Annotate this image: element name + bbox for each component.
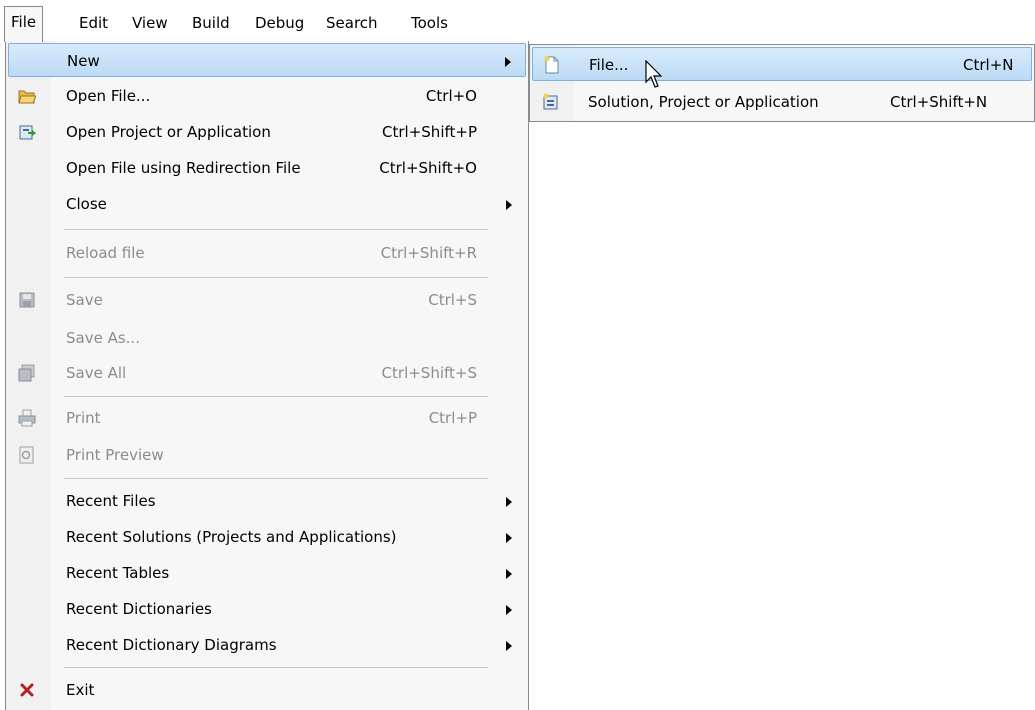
menu-item-label: Recent Files — [66, 492, 156, 510]
menu-item-save: Save Ctrl+S — [8, 283, 526, 317]
menu-item-recent-dictionaries[interactable]: Recent Dictionaries — [8, 592, 526, 626]
menu-item-open-redirection[interactable]: Open File using Redirection File Ctrl+Sh… — [8, 151, 526, 185]
menu-item-close[interactable]: Close — [8, 187, 526, 221]
menu-separator — [64, 667, 488, 668]
menu-item-label: Recent Solutions (Projects and Applicati… — [66, 528, 397, 546]
menu-item-save-all: Save All Ctrl+Shift+S — [8, 356, 526, 390]
menu-item-recent-dictionary-diagrams[interactable]: Recent Dictionary Diagrams — [8, 628, 526, 662]
menu-separator — [64, 229, 488, 230]
menu-tools-label: Tools — [411, 14, 448, 32]
submenu-item-shortcut: Ctrl+N — [963, 56, 1014, 74]
menu-item-label: Exit — [66, 681, 95, 699]
menu-item-label: Open File using Redirection File — [66, 159, 301, 177]
menu-item-label: Print — [66, 409, 101, 427]
open-project-icon — [18, 123, 37, 141]
menu-build[interactable]: Build — [186, 9, 236, 37]
submenu-arrow-icon — [506, 497, 512, 507]
menu-bar: File Edit View Build Debug Search Tools — [0, 0, 530, 42]
menu-item-shortcut: Ctrl+Shift+S — [381, 364, 477, 382]
menu-view-label: View — [132, 14, 168, 32]
menu-debug-label: Debug — [255, 14, 305, 32]
menu-item-recent-files[interactable]: Recent Files — [8, 484, 526, 518]
menu-item-label: Print Preview — [66, 446, 164, 464]
menu-item-shortcut: Ctrl+Shift+P — [382, 123, 477, 141]
open-folder-icon — [18, 87, 37, 105]
print-preview-icon — [18, 446, 36, 464]
menu-item-print: Print Ctrl+P — [8, 401, 526, 435]
file-menu-dropdown: New Open File... Ctrl+O Open Project or … — [5, 41, 529, 710]
new-submenu: File... Ctrl+N Solution, Project or Appl… — [529, 44, 1035, 122]
menu-item-label: Open File... — [66, 87, 151, 105]
menu-item-shortcut: Ctrl+Shift+O — [379, 159, 477, 177]
menu-item-label: New — [67, 52, 100, 70]
new-solution-icon — [542, 93, 560, 111]
menu-item-print-preview: Print Preview — [8, 438, 526, 472]
menu-item-label: Open Project or Application — [66, 123, 271, 141]
menu-item-label: Recent Dictionaries — [66, 600, 212, 618]
print-icon — [18, 409, 36, 427]
menu-item-shortcut: Ctrl+P — [428, 409, 477, 427]
menu-item-label: Close — [66, 195, 107, 213]
menu-item-shortcut: Ctrl+S — [428, 291, 477, 309]
menu-edit[interactable]: Edit — [73, 9, 114, 37]
menu-item-label: Save — [66, 291, 103, 309]
new-file-icon — [543, 56, 561, 74]
mouse-cursor-icon — [645, 59, 665, 90]
menu-separator — [64, 396, 488, 397]
menu-item-exit[interactable]: Exit — [8, 673, 526, 707]
submenu-item-shortcut: Ctrl+Shift+N — [890, 93, 988, 111]
submenu-arrow-icon — [506, 569, 512, 579]
submenu-item-new-file[interactable]: File... Ctrl+N — [532, 47, 1032, 81]
menu-item-recent-solutions[interactable]: Recent Solutions (Projects and Applicati… — [8, 520, 526, 554]
save-icon — [18, 291, 36, 309]
menu-file-label: File — [11, 13, 37, 31]
menu-search-label: Search — [326, 14, 378, 32]
submenu-arrow-icon — [505, 57, 511, 67]
menu-search[interactable]: Search — [320, 9, 384, 37]
submenu-arrow-icon — [506, 605, 512, 615]
menu-item-shortcut: Ctrl+Shift+R — [380, 244, 477, 262]
menu-item-label: Save All — [66, 364, 127, 382]
menu-item-label: Save As... — [66, 329, 140, 347]
menu-separator — [64, 478, 488, 479]
submenu-arrow-icon — [506, 533, 512, 543]
submenu-item-label: File... — [589, 56, 629, 74]
menu-separator — [64, 277, 488, 278]
menu-item-save-as: Save As... — [8, 321, 526, 355]
menu-file[interactable]: File — [4, 6, 44, 42]
menu-item-recent-tables[interactable]: Recent Tables — [8, 556, 526, 590]
menu-item-label: Recent Dictionary Diagrams — [66, 636, 277, 654]
menu-item-open-file[interactable]: Open File... Ctrl+O — [8, 79, 526, 113]
menu-view[interactable]: View — [126, 9, 174, 37]
submenu-arrow-icon — [506, 641, 512, 651]
save-all-icon — [18, 364, 36, 382]
submenu-item-label: Solution, Project or Application — [588, 93, 819, 111]
menu-item-new[interactable]: New — [8, 43, 526, 77]
menu-item-open-project[interactable]: Open Project or Application Ctrl+Shift+P — [8, 115, 526, 149]
menu-item-shortcut: Ctrl+O — [425, 87, 477, 105]
exit-icon — [18, 681, 36, 699]
menu-item-label: Reload file — [66, 244, 145, 262]
menu-build-label: Build — [192, 14, 230, 32]
menu-edit-label: Edit — [79, 14, 109, 32]
menu-item-label: Recent Tables — [66, 564, 170, 582]
menu-tools[interactable]: Tools — [405, 9, 454, 37]
submenu-arrow-icon — [506, 200, 512, 210]
menu-item-reload: Reload file Ctrl+Shift+R — [8, 236, 526, 270]
menu-debug[interactable]: Debug — [249, 9, 310, 37]
submenu-item-new-solution[interactable]: Solution, Project or Application Ctrl+Sh… — [532, 85, 1032, 119]
